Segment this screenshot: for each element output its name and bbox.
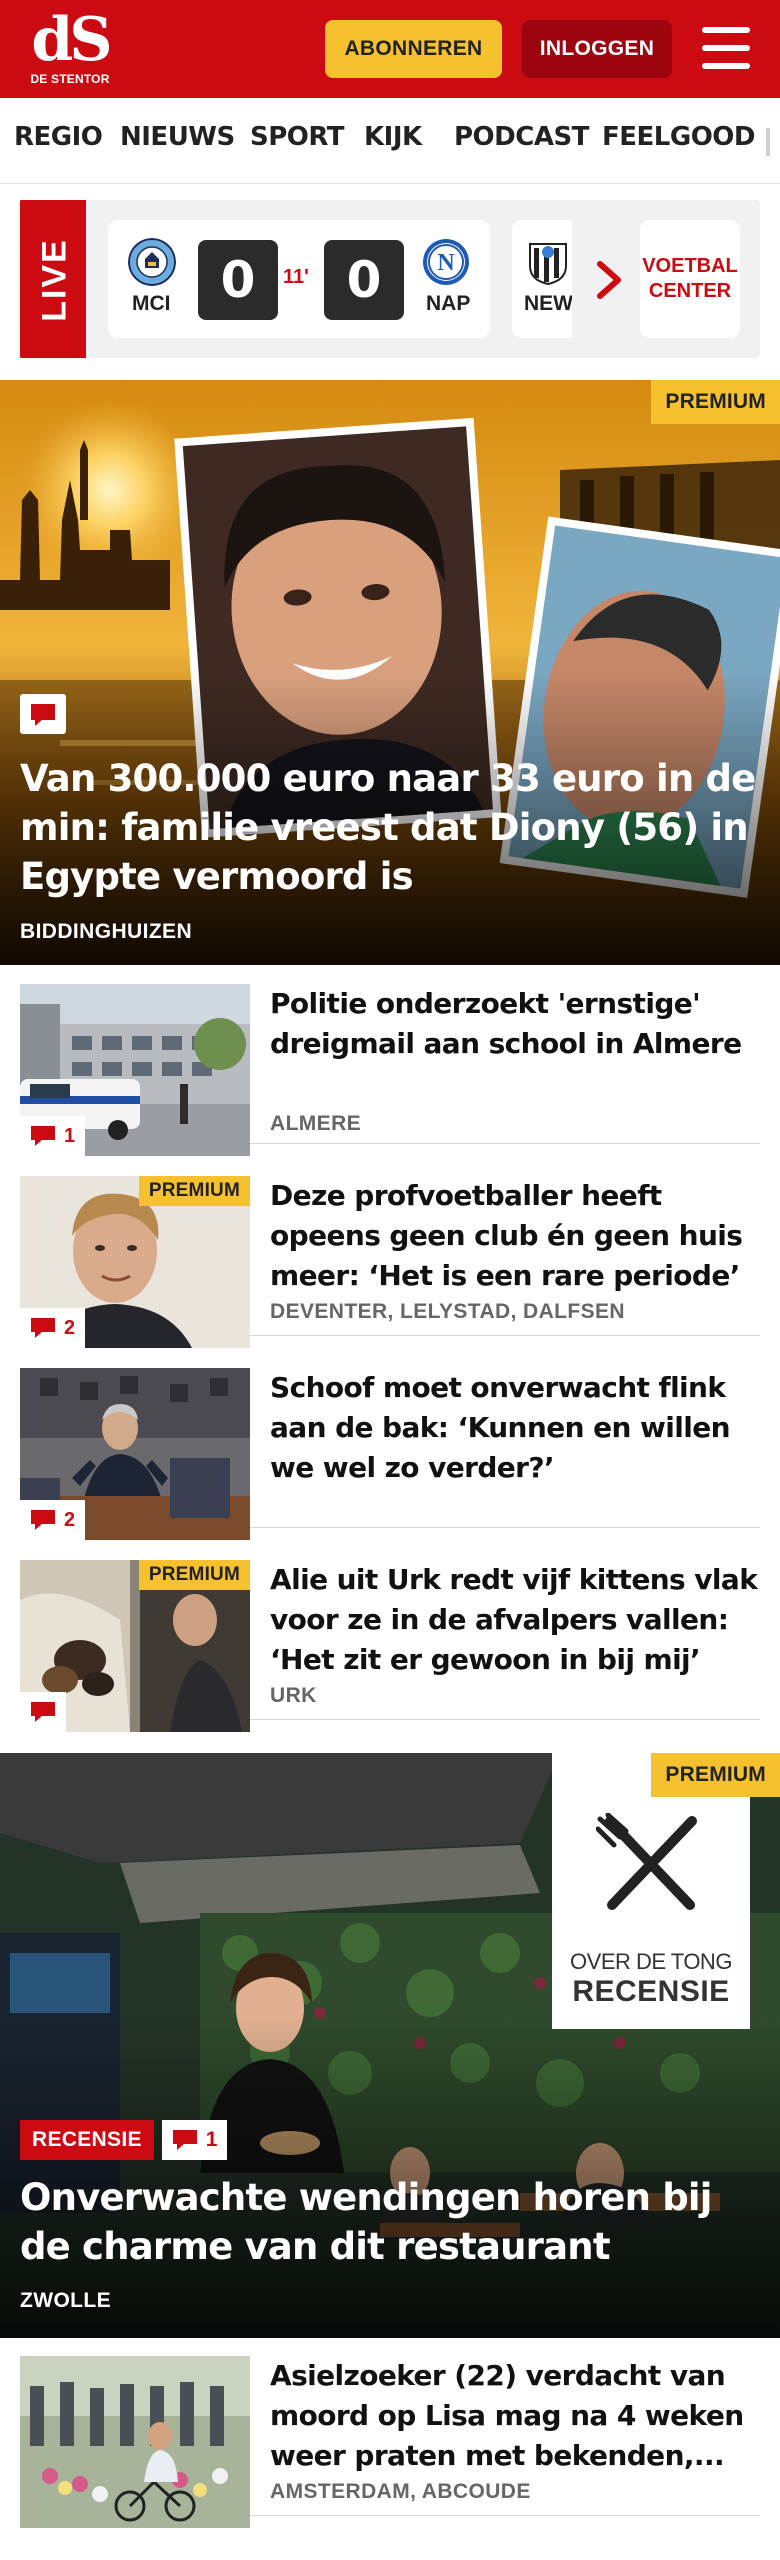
chevron-right-icon[interactable] [592, 260, 626, 300]
feature-headline[interactable]: Onverwachte wendingen horen bij de charm… [20, 2173, 760, 2271]
article-location: AMSTERDAM, ABCOUDE [270, 2480, 531, 2503]
away-score: 0 [324, 240, 404, 320]
comment-icon [31, 1126, 55, 1146]
feature-article[interactable]: OVER DE TONG RECENSIE PREMIUM RECENSIE 1… [0, 1753, 780, 2338]
comment-count-value: 1 [64, 1124, 76, 1147]
nav-item-kijk[interactable]: KIJK [364, 122, 422, 152]
feature-badges: RECENSIE 1 [20, 2120, 228, 2160]
hero-article[interactable]: PREMIUM Van 300.000 euro naar 33 euro in… [0, 380, 780, 965]
article-location: URK [270, 1684, 317, 1707]
live-tab[interactable]: LIVE [20, 200, 86, 358]
nav-item-podcast[interactable]: PODCAST [454, 122, 589, 152]
live-label: LIVE [35, 238, 74, 322]
nav-item-feelgood[interactable]: FEELGOOD [602, 122, 755, 152]
hero-location: BIDDINGHUIZEN [20, 920, 193, 943]
article-thumbnail: PREMIUM 2 [20, 1176, 250, 1348]
article-card[interactable]: 1 Politie onderzoekt 'ernstige' dreigmai… [20, 968, 760, 1156]
article-headline[interactable]: Schoof moet onverwacht flink aan de bak:… [270, 1368, 760, 1488]
premium-badge: PREMIUM [651, 1753, 780, 1797]
comment-icon [172, 2130, 197, 2150]
home-team-code: MCI [132, 292, 171, 315]
article-card[interactable]: Asielzoeker (22) verdacht van moord op L… [20, 2340, 760, 2528]
logo-mark: dS [31, 5, 112, 75]
hamburger-menu-icon[interactable] [700, 25, 752, 71]
site-logo[interactable]: dS DE STENTOR [28, 10, 112, 90]
article-headline[interactable]: Politie onderzoekt 'ernstige' dreigmail … [270, 984, 760, 1064]
nav-item-nieuws[interactable]: NIEUWS [120, 122, 235, 152]
comment-count-value: 1 [205, 2128, 218, 2151]
site-header: dS DE STENTOR ABONNEREN INLOGGEN [0, 0, 780, 98]
article-headline[interactable]: Asielzoeker (22) verdacht van moord op L… [270, 2356, 760, 2476]
comment-count [20, 1692, 66, 1732]
next-match-card[interactable]: NEW [512, 220, 572, 338]
comment-count: 1 [20, 1116, 86, 1156]
knife-fork-icon [596, 1813, 697, 1910]
subscribe-button[interactable]: ABONNEREN [325, 20, 502, 78]
logo-name: DE STENTOR [30, 72, 110, 86]
voetbal-center-link[interactable]: VOETBAL CENTER [640, 220, 740, 338]
comment-icon [31, 1510, 55, 1530]
nav-item-sport[interactable]: SPORT [250, 122, 344, 152]
comment-icon [31, 1702, 55, 1722]
home-score: 0 [198, 240, 278, 320]
recensie-card-bottom: RECENSIE [572, 1975, 730, 2008]
away-team-code: NAP [426, 292, 471, 315]
comment-count-value: 2 [64, 1508, 76, 1531]
article-headline[interactable]: Alie uit Urk redt vijf kittens vlak voor… [270, 1560, 760, 1680]
comment-icon [20, 694, 66, 734]
feature-location: ZWOLLE [20, 2289, 112, 2312]
comment-count: 2 [20, 1500, 86, 1540]
article-card[interactable]: PREMIUM 2 Deze profvoetballer heeft opee… [20, 1160, 760, 1348]
comment-count: 2 [20, 1308, 86, 1348]
article-thumbnail [20, 2356, 250, 2528]
article-headline[interactable]: Deze profvoetballer heeft opeens geen cl… [270, 1176, 760, 1296]
article-thumbnail: PREMIUM [20, 1560, 250, 1732]
comment-icon [31, 1318, 55, 1338]
recensie-badge: RECENSIE [20, 2120, 154, 2160]
live-scores-bar: LIVE MCI 0 11' 0 N NAP NEW VOETBAL CENTE… [18, 200, 760, 358]
recensie-card-top: OVER DE TONG [570, 1949, 732, 1974]
live-match-card[interactable]: MCI 0 11' 0 N NAP [108, 220, 490, 338]
club-crest-icon-new [529, 243, 567, 286]
comment-count: 1 [161, 2120, 228, 2160]
hero-headline[interactable]: Van 300.000 euro naar 33 euro in de min:… [20, 754, 760, 901]
premium-badge: PREMIUM [651, 380, 780, 424]
nav-overflow-indicator [766, 128, 770, 156]
article-location: DEVENTER, LELYSTAD, DALFSEN [270, 1300, 626, 1323]
comment-count-value: 2 [64, 1316, 76, 1339]
article-thumbnail: 1 [20, 984, 250, 1156]
club-crest-icon-mci [128, 238, 176, 286]
match-minute: 11' [283, 266, 309, 288]
article-location: ALMERE [270, 1112, 362, 1135]
club-crest-icon-nap: N [423, 239, 469, 285]
article-thumbnail: 2 [20, 1368, 250, 1540]
svg-text:N: N [437, 250, 455, 276]
nav-item-regio[interactable]: REGIO [14, 122, 103, 152]
premium-badge: PREMIUM [138, 1560, 250, 1590]
login-button[interactable]: INLOGGEN [522, 20, 672, 78]
article-card[interactable]: 2 Schoof moet onverwacht flink aan de ba… [20, 1352, 760, 1540]
next-home-team-code: NEW [524, 292, 572, 315]
article-card[interactable]: PREMIUM Alie uit Urk redt vijf kittens v… [20, 1544, 760, 1732]
premium-badge: PREMIUM [138, 1176, 250, 1206]
main-nav: REGIO NIEUWS SPORT KIJK PODCAST FEELGOOD [0, 98, 780, 184]
